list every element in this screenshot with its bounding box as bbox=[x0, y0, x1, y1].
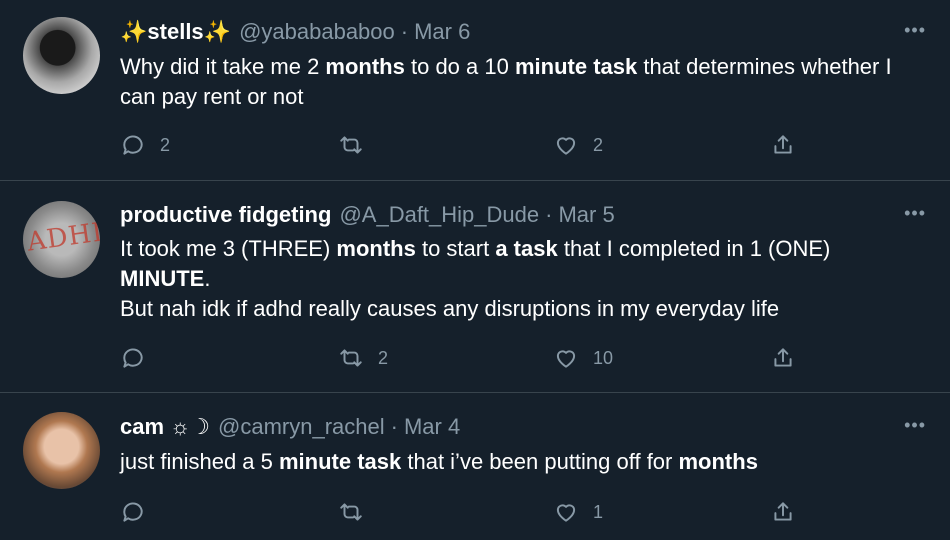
reply-icon bbox=[123, 135, 143, 155]
highlighted-keyword: months bbox=[336, 236, 416, 261]
highlighted-keyword: months bbox=[325, 54, 405, 79]
tweet-text-segment: just finished a 5 bbox=[120, 449, 279, 474]
tweet-text-segment: It took me 3 (THREE) bbox=[120, 236, 337, 261]
tweet-header: ✨stells✨ @yababababoo · Mar 6 bbox=[120, 17, 470, 47]
avatar-text: ADHD bbox=[25, 215, 100, 258]
like-button[interactable]: 1 bbox=[553, 497, 603, 527]
more-icon[interactable]: ••• bbox=[904, 203, 926, 224]
share-icon bbox=[774, 502, 792, 521]
highlighted-keyword: months bbox=[678, 449, 758, 474]
tweet-text-segment: to do a 10 bbox=[404, 54, 515, 79]
highlighted-keyword: MINUTE bbox=[120, 266, 205, 291]
share-icon bbox=[774, 348, 792, 367]
retweet-icon bbox=[340, 349, 362, 367]
tweet-text-segment: to start bbox=[415, 236, 496, 261]
tweet-text: just finished a 5 minute task that i’ve … bbox=[120, 447, 920, 477]
reply-count: 2 bbox=[160, 134, 171, 155]
like-button[interactable]: 2 bbox=[553, 130, 603, 160]
reply-button[interactable] bbox=[120, 343, 160, 373]
tweet-date[interactable]: Mar 6 bbox=[414, 19, 470, 45]
share-button[interactable] bbox=[770, 497, 796, 527]
author-name[interactable]: cam ☼☽ bbox=[120, 414, 210, 440]
separator-dot: · bbox=[400, 19, 409, 44]
like-icon bbox=[556, 504, 576, 522]
sparkle-icon: ✨ bbox=[203, 19, 232, 44]
tweet-text-segment: that i’ve been putting off for bbox=[401, 449, 679, 474]
retweet-icon bbox=[340, 136, 362, 154]
retweet-button[interactable] bbox=[338, 497, 378, 527]
highlighted-keyword: minute task bbox=[514, 54, 638, 79]
share-icon bbox=[774, 135, 792, 154]
tweet[interactable]: ✨stells✨ @yababababoo · Mar 6 ••• Why di… bbox=[0, 0, 950, 180]
tweet-actions: 2 2 bbox=[120, 130, 810, 160]
like-count: 10 bbox=[593, 347, 614, 368]
reply-icon bbox=[123, 348, 143, 368]
tweet-feed: ✨stells✨ @yababababoo · Mar 6 ••• Why di… bbox=[0, 0, 950, 540]
like-button[interactable]: 10 bbox=[553, 343, 613, 373]
like-icon bbox=[556, 350, 576, 368]
tweet-date[interactable]: Mar 5 bbox=[558, 202, 614, 228]
tweet-header: productive fidgeting @A_Daft_Hip_Dude · … bbox=[120, 200, 615, 230]
avatar[interactable] bbox=[23, 17, 100, 94]
author-name-text: stells bbox=[147, 19, 204, 44]
author-handle[interactable]: @yababababoo bbox=[239, 19, 395, 45]
more-icon[interactable]: ••• bbox=[904, 20, 926, 41]
author-handle[interactable]: @A_Daft_Hip_Dude bbox=[339, 202, 539, 228]
tweet-text-segment: that I completed in 1 (ONE) bbox=[557, 236, 831, 261]
reply-icon bbox=[123, 502, 143, 522]
tweet-header: cam ☼☽ @camryn_rachel · Mar 4 bbox=[120, 412, 460, 442]
author-handle[interactable]: @camryn_rachel bbox=[218, 414, 385, 440]
retweet-count: 2 bbox=[378, 347, 389, 368]
retweet-icon bbox=[340, 503, 362, 521]
avatar[interactable] bbox=[23, 412, 100, 489]
tweet-text: It took me 3 (THREE) months to start a t… bbox=[120, 234, 920, 324]
separator-dot: · bbox=[390, 414, 398, 439]
like-count: 2 bbox=[593, 134, 604, 155]
avatar[interactable]: ADHD bbox=[23, 201, 100, 278]
tweet-text-segment: Why did it take me 2 bbox=[120, 54, 326, 79]
sparkle-icon: ✨ bbox=[120, 19, 148, 44]
share-button[interactable] bbox=[770, 130, 796, 160]
retweet-button[interactable]: 2 bbox=[338, 343, 388, 373]
separator-dot: · bbox=[545, 202, 553, 227]
tweet-actions: 1 bbox=[120, 497, 810, 527]
reply-button[interactable]: 2 bbox=[120, 130, 170, 160]
highlighted-keyword: minute task bbox=[278, 449, 402, 474]
author-name[interactable]: productive fidgeting bbox=[120, 202, 331, 228]
share-button[interactable] bbox=[770, 343, 796, 373]
tweet-text-segment: But nah idk if adhd really causes any di… bbox=[120, 296, 780, 321]
more-icon[interactable]: ••• bbox=[904, 415, 926, 436]
author-name[interactable]: ✨stells✨ bbox=[120, 19, 231, 45]
like-count: 1 bbox=[593, 501, 604, 522]
tweet-date[interactable]: Mar 4 bbox=[404, 414, 460, 440]
retweet-button[interactable] bbox=[338, 130, 378, 160]
tweet-text: Why did it take me 2 months to do a 10 m… bbox=[120, 52, 920, 112]
like-icon bbox=[556, 137, 576, 155]
reply-button[interactable] bbox=[120, 497, 160, 527]
tweet-text-segment: . bbox=[204, 266, 211, 291]
highlighted-keyword: a task bbox=[495, 236, 558, 261]
tweet-actions: 2 10 bbox=[120, 343, 810, 373]
